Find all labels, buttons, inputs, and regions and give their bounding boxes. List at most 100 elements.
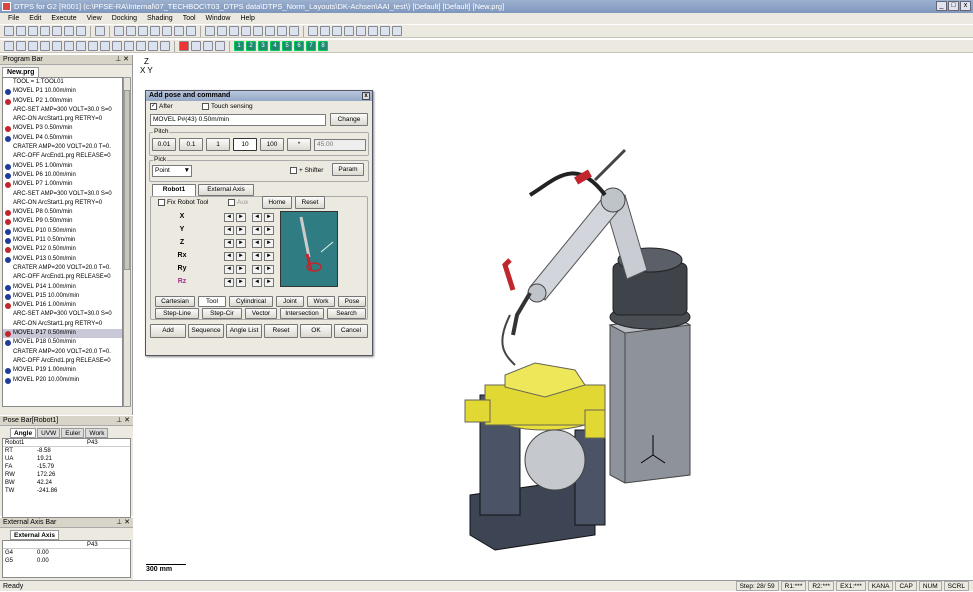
tab-work[interactable]: Work	[85, 428, 109, 438]
menu-file[interactable]: File	[8, 13, 19, 24]
book3-icon[interactable]	[229, 26, 239, 36]
program-line[interactable]: CRATER AMP=200 VOLT=20.0 T=0.	[3, 264, 122, 273]
jog-minus-button[interactable]: ◄	[224, 226, 234, 235]
jog-minus-fast-button[interactable]: ◄	[252, 252, 262, 261]
after-checkbox[interactable]: ✓ After	[150, 103, 173, 110]
program-line[interactable]: MOVEL P14 1.00m/min	[3, 283, 122, 292]
grid-icon[interactable]	[95, 26, 105, 36]
window10-icon[interactable]	[148, 41, 158, 51]
program-list[interactable]: TOOL = 1:TOOL01 MOVEL P1 10.00m/min MOVEL …	[2, 77, 123, 407]
menu-edit[interactable]: Edit	[29, 13, 41, 24]
program-line[interactable]: MOVEL P4 0.50m/min	[3, 134, 122, 143]
jog-minus-button[interactable]: ◄	[224, 239, 234, 248]
reset-top-button[interactable]: Reset	[295, 196, 325, 209]
program-line[interactable]: MOVEL P11 0.50m/min	[3, 236, 122, 245]
intersection-button[interactable]: Intersection	[280, 308, 324, 319]
program-line[interactable]: MOVEL P8 0.50m/min	[3, 208, 122, 217]
play-icon[interactable]	[191, 41, 201, 51]
program-line[interactable]: CRATER AMP=200 VOLT=20.0 T=0.	[3, 348, 122, 357]
home-button[interactable]: Home	[262, 196, 292, 209]
pick-select[interactable]: Point ▼	[152, 165, 192, 177]
jog-plus-button[interactable]: ►	[236, 239, 246, 248]
fix-robot-tool-checkbox[interactable]: Fix Robot Tool	[158, 199, 208, 206]
step-line-button[interactable]: Step-Line	[155, 308, 199, 319]
jog-minus-fast-button[interactable]: ◄	[252, 213, 262, 222]
zoom-icon[interactable]	[162, 26, 172, 36]
program-line[interactable]: MOVEL P12 0.50m/min	[3, 245, 122, 254]
coord-cylindrical-button[interactable]: Cylindrical	[229, 296, 273, 307]
dialog-close-button[interactable]: x	[362, 92, 370, 100]
jog-plus-fast-button[interactable]: ►	[264, 213, 274, 222]
pause-icon[interactable]	[215, 41, 225, 51]
jog-plus-button[interactable]: ►	[236, 213, 246, 222]
vector-button[interactable]: Vector	[245, 308, 277, 319]
program-line[interactable]: CRATER AMP=200 VOLT=20.0 T=0.	[3, 143, 122, 152]
window2-icon[interactable]	[52, 41, 62, 51]
program-line[interactable]: TOOL = 1:TOOL01	[3, 78, 122, 87]
edit-icon[interactable]	[16, 26, 26, 36]
redo-icon[interactable]	[76, 26, 86, 36]
pitch-0.01-button[interactable]: 0.01	[152, 138, 176, 151]
pitch-value-field[interactable]: 45.00	[314, 139, 366, 151]
list-view-icon[interactable]	[28, 41, 38, 51]
jog-plus-button[interactable]: ►	[236, 278, 246, 287]
torch-icon[interactable]	[332, 26, 342, 36]
program-line[interactable]: MOVEL P15 10.00m/min	[3, 292, 122, 301]
program-line[interactable]: ARC-OFF ArcEnd1.prg RELEASE=0	[3, 273, 122, 282]
station-5-button[interactable]: 5	[282, 41, 292, 51]
jog-plus-button[interactable]: ►	[236, 265, 246, 274]
coord-joint-button[interactable]: Joint	[276, 296, 304, 307]
jog-minus-button[interactable]: ◄	[224, 278, 234, 287]
zoom-fit-icon[interactable]	[174, 26, 184, 36]
program-line[interactable]: MOVEL P20 10.00m/min	[3, 376, 122, 385]
wire-icon[interactable]	[277, 26, 287, 36]
program-line[interactable]: MOVEL P3 0.50m/min	[3, 124, 122, 133]
station-7-button[interactable]: 7	[306, 41, 316, 51]
station-1-button[interactable]: 1	[234, 41, 244, 51]
cancel-button[interactable]: Cancel	[334, 324, 368, 338]
param-button[interactable]: Param	[332, 163, 364, 176]
view-top-icon[interactable]	[138, 26, 148, 36]
help-icon[interactable]	[392, 26, 402, 36]
view-front-icon[interactable]	[114, 26, 124, 36]
coord-pose-button[interactable]: Pose	[338, 296, 366, 307]
program-line[interactable]: MOVEL P17 0.50m/min	[3, 329, 122, 339]
tab-external-axis[interactable]: External Axis	[10, 530, 59, 540]
program-line[interactable]: ARC-OFF ArcEnd1.prg RELEASE=0	[3, 357, 122, 366]
jog-minus-fast-button[interactable]: ◄	[252, 265, 262, 274]
sequence-button[interactable]: Sequence	[188, 324, 224, 338]
program-line[interactable]: ARC-SET AMP=300 VOLT=30.0 S=0	[3, 190, 122, 199]
touch-sensing-checkbox[interactable]: Touch sensing	[202, 103, 253, 110]
program-line[interactable]: ARC-ON ArcStart1.prg RETRY=0	[3, 320, 122, 329]
coord-cartesian-button[interactable]: Cartesian	[155, 296, 195, 307]
program-line[interactable]: MOVEL P2 1.00m/min	[3, 97, 122, 106]
program-line[interactable]: ARC-SET AMP=300 VOLT=30.0 S=0	[3, 310, 122, 319]
paste-icon[interactable]	[52, 26, 62, 36]
window6-icon[interactable]	[100, 41, 110, 51]
book4-icon[interactable]	[241, 26, 251, 36]
menu-execute[interactable]: Execute	[51, 13, 76, 24]
close-button[interactable]: x	[960, 1, 971, 11]
tab-uvw[interactable]: UVW	[37, 428, 61, 438]
panel-close-icon[interactable]: ⊥ ✕	[116, 518, 130, 528]
program-line[interactable]: ARC-OFF ArcEnd1.prg RELEASE=0	[3, 152, 122, 161]
save-icon[interactable]	[4, 26, 14, 36]
jog-minus-fast-button[interactable]: ◄	[252, 226, 262, 235]
program-line[interactable]: ARC-SET AMP=300 VOLT=30.0 S=0	[3, 106, 122, 115]
view-iso-icon[interactable]	[150, 26, 160, 36]
command-field[interactable]: MOVEL P#(43) 0.50m/min	[150, 114, 326, 126]
station-3-button[interactable]: 3	[258, 41, 268, 51]
copy-icon[interactable]	[40, 26, 50, 36]
tab-robot1[interactable]: Robot1	[152, 184, 196, 196]
jog-minus-button[interactable]: ◄	[224, 213, 234, 222]
program-line[interactable]: MOVEL P13 0.50m/min	[3, 255, 122, 264]
change-button[interactable]: Change	[330, 113, 368, 126]
station-8-button[interactable]: 8	[318, 41, 328, 51]
coord-work-button[interactable]: Work	[307, 296, 335, 307]
tab-angle[interactable]: Angle	[10, 428, 37, 438]
program-line[interactable]: MOVEL P1 10.00m/min	[3, 87, 122, 96]
program-line[interactable]: MOVEL P10 0.50m/min	[3, 227, 122, 236]
jog-plus-fast-button[interactable]: ►	[264, 265, 274, 274]
robot-icon[interactable]	[308, 26, 318, 36]
solid-icon[interactable]	[289, 26, 299, 36]
